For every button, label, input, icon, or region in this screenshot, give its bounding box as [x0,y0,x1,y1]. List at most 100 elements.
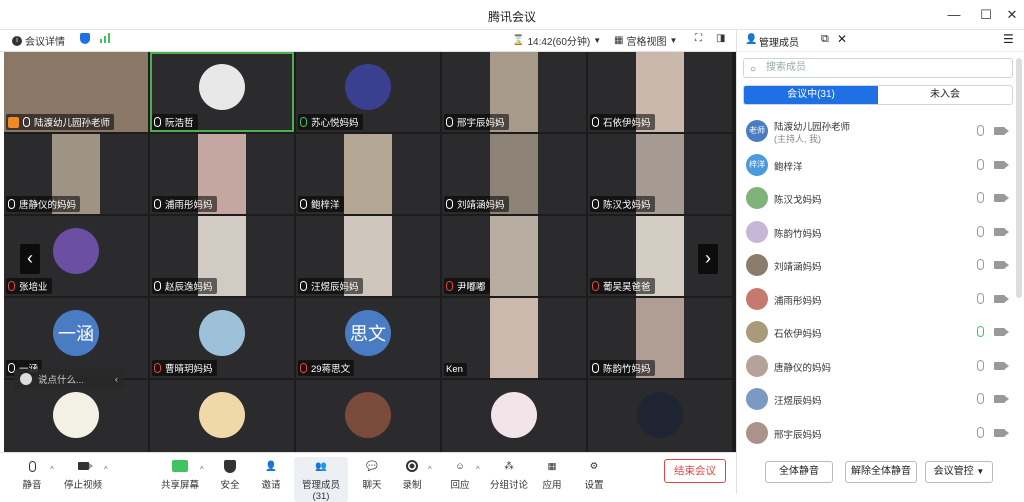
member-search-input[interactable]: ○ 搜索成员 [743,58,1013,78]
security-button[interactable]: 安全 [218,457,242,491]
participant-tile[interactable]: 苏心悦妈妈 [296,52,440,132]
participant-tile[interactable]: 陆渡幼儿园孙老师 [4,52,148,132]
participant-tile[interactable]: 浦雨彤妈妈 [150,134,294,214]
mic-icon[interactable] [977,326,984,340]
grid-view-icon: ▦ [614,35,624,46]
participant-tile[interactable]: 石依伊妈妈 [588,52,732,132]
member-row[interactable]: 陈韵竹妈妈 [737,216,1019,249]
camera-icon[interactable] [994,294,1009,306]
chat-input[interactable]: 说点什么... ‹ [14,369,124,389]
mic-icon[interactable] [977,192,984,206]
participant-name: 汪煜辰妈妈 [311,282,359,293]
participant-tile[interactable]: 唐静仪的妈妈 [4,134,148,214]
stop-video-button[interactable]: 停止视频 [64,457,102,491]
participant-tile[interactable]: 思文 29蒋思文 [296,298,440,378]
prev-page-arrow[interactable]: ‹ [20,244,40,274]
participant-tile[interactable]: 一涵一涵 [4,298,148,378]
view-switch-button[interactable]: ▦ 宫格视图 ▼ [614,33,677,48]
shield-icon[interactable] [80,33,90,44]
chevron-up-icon[interactable]: ^ [428,465,432,474]
invite-button[interactable]: 👤 邀请 [258,457,284,492]
participant-tile[interactable]: 邢宇辰妈妈 [442,52,586,132]
mic-icon[interactable] [977,426,984,441]
participant-name-label: 鲍梓洋 [298,196,344,212]
member-row[interactable]: 石依伊妈妈 [737,316,1019,349]
participant-tile[interactable]: 刘靖涵妈妈 [442,134,586,214]
participant-tile[interactable] [150,380,294,452]
next-page-arrow[interactable]: › [698,244,718,274]
chevron-left-icon[interactable]: ‹ [115,374,118,385]
close-icon[interactable]: ✕ [1000,4,1024,26]
maximize-icon[interactable]: ☐ [974,4,998,26]
reaction-button[interactable]: ☺ 回应 [448,457,472,492]
member-row[interactable]: 汪煜辰妈妈 [737,383,1019,416]
camera-icon[interactable] [994,126,1009,138]
chevron-up-icon[interactable]: ^ [200,465,204,474]
participant-tile[interactable]: 汪煜辰妈妈 [296,216,440,296]
share-screen-button[interactable]: 共享屏幕 [160,457,200,491]
member-row[interactable]: 老师 陆渡幼儿园孙老师 (主持人, 我) [737,115,1019,148]
minimize-icon[interactable]: — [942,4,966,26]
apps-button[interactable]: ▦ 应用 [540,457,564,492]
participant-name: 阮浩哲 [165,118,194,129]
camera-icon[interactable] [994,361,1009,373]
tab-not-joined[interactable]: 未入会 [878,86,1012,104]
participant-tile[interactable]: 陈韵竹妈妈 [588,298,732,378]
meeting-info-button[interactable]: i 会议详情 [12,33,65,48]
timer-display[interactable]: ⌛ 14:42(60分钟) ▼ [512,33,601,48]
participant-tile[interactable] [4,380,148,452]
camera-icon[interactable] [994,394,1009,406]
member-list-scrollbar[interactable] [1016,58,1022,298]
record-button[interactable]: 录制 [400,457,424,491]
camera-icon[interactable] [994,193,1009,205]
participant-name: 苏心悦妈妈 [311,118,359,129]
mic-icon[interactable] [977,393,984,407]
chevron-up-icon[interactable]: ^ [50,465,54,474]
participant-tile[interactable] [588,380,732,452]
member-row[interactable]: 刘靖涵妈妈 [737,249,1019,282]
member-row[interactable]: 浦雨彤妈妈 [737,283,1019,316]
member-row[interactable]: 唐静仪的妈妈 [737,350,1019,383]
participant-tile[interactable] [442,380,586,452]
mic-icon[interactable] [977,158,984,173]
chevron-up-icon[interactable]: ^ [476,465,480,474]
participant-tile[interactable]: 尹嘟嘟 [442,216,586,296]
tab-in-meeting[interactable]: 会议中(31) [744,86,878,104]
member-row[interactable]: 邢宇辰妈妈 [737,417,1019,450]
participant-tile[interactable]: 赵辰逸妈妈 [150,216,294,296]
participant-tile[interactable]: 曹晴玥妈妈 [150,298,294,378]
camera-icon[interactable] [994,260,1009,272]
emoji-icon[interactable] [20,373,32,385]
camera-icon[interactable] [994,160,1009,172]
mic-icon[interactable] [977,359,984,374]
chevron-up-icon[interactable]: ^ [104,465,108,474]
fullscreen-icon[interactable]: ⛶ [695,33,702,44]
mic-icon[interactable] [977,125,984,139]
camera-icon[interactable] [994,227,1009,239]
member-row[interactable]: 陈汉戈妈妈 [737,182,1019,215]
breakout-button[interactable]: ⁂ 分组讨论 [490,457,528,492]
mic-icon[interactable] [977,259,984,273]
sidebar-toggle-icon[interactable]: ◨ [716,33,725,44]
manage-members-button[interactable]: 👥 管理成员(31) [294,457,348,502]
close-panel-icon[interactable]: ✕ [837,32,847,46]
unmute-all-button[interactable]: 解除全体静音 [845,461,917,483]
popout-icon[interactable]: ⧉ [821,33,829,46]
settings-button[interactable]: ⚙ 设置 [582,457,606,492]
menu-icon[interactable]: ☰ [1003,32,1014,46]
mute-all-button[interactable]: 全体静音 [765,461,833,483]
end-meeting-button[interactable]: 结束会议 [664,459,726,483]
meeting-control-button[interactable]: 会议管控 ▼ [925,461,993,483]
mic-icon[interactable] [977,292,984,307]
mic-icon[interactable] [977,225,984,240]
chat-button[interactable]: 💬 聊天 [360,457,384,492]
camera-icon[interactable] [994,327,1009,339]
mute-button[interactable]: 静音 [20,457,44,491]
member-row[interactable]: 梓洋 鲍梓洋 [737,149,1019,182]
participant-tile[interactable]: 鲍梓洋 [296,134,440,214]
participant-tile[interactable] [296,380,440,452]
camera-icon[interactable] [994,428,1009,440]
participant-tile[interactable]: 阮浩哲 [150,52,294,132]
participant-tile[interactable]: Ken [442,298,586,378]
participant-tile[interactable]: 陈汉戈妈妈 [588,134,732,214]
